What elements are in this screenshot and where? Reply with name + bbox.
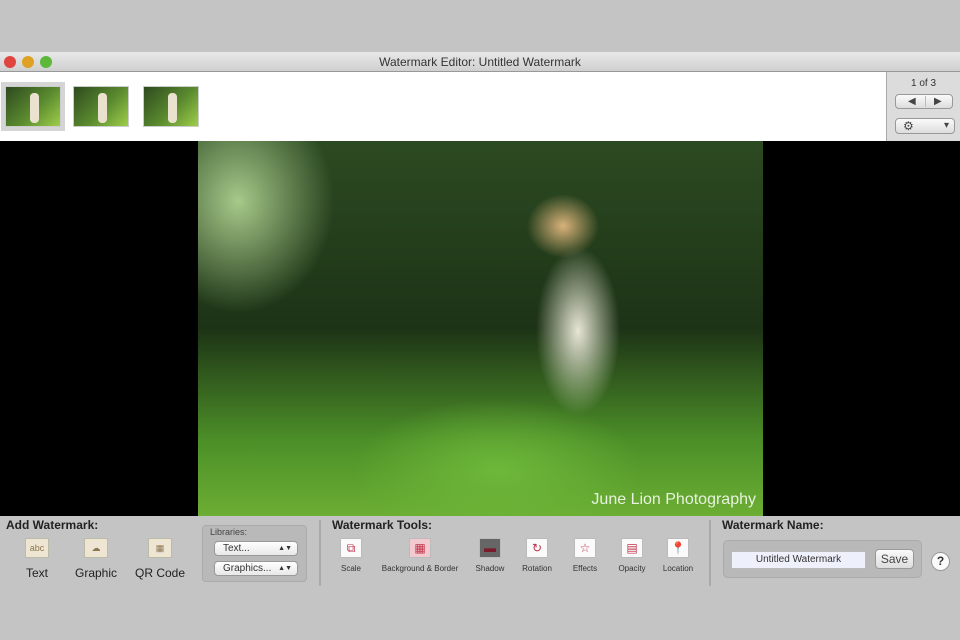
background-top — [0, 0, 960, 52]
value: Text... — [223, 543, 250, 554]
graphics-library-select[interactable]: Graphics... ▲▼ — [214, 561, 298, 576]
close-button[interactable] — [4, 56, 16, 68]
add-graphic-button[interactable]: ☁ Graphic — [70, 538, 122, 580]
star-icon: ☆ — [574, 538, 596, 558]
pager: 1 of 3 ◀ ▶ ⚙ ▾ — [886, 72, 960, 141]
libraries-label: Libraries: — [210, 527, 248, 537]
page-nav: ◀ ▶ — [895, 94, 953, 109]
value: Graphics... — [223, 563, 272, 574]
page-count: 1 of 3 — [910, 78, 937, 89]
thumbnail-strip — [0, 72, 886, 141]
opacity-icon: ▤ — [621, 538, 643, 558]
divider — [925, 96, 926, 107]
text-icon: abc — [25, 538, 49, 558]
label: Text — [25, 566, 48, 580]
gear-icon: ⚙ — [903, 119, 914, 133]
next-page-button[interactable]: ▶ — [934, 95, 942, 108]
thumbnail-3[interactable] — [143, 86, 199, 127]
save-button[interactable]: Save — [875, 549, 914, 569]
title-bar: Watermark Editor: Untitled Watermark — [0, 52, 960, 72]
label: Location — [662, 564, 694, 573]
label: Rotation — [522, 564, 552, 573]
label: Shadow — [475, 564, 505, 573]
settings-menu-button[interactable]: ⚙ ▾ — [895, 118, 955, 134]
chevron-down-icon: ▾ — [943, 120, 949, 131]
photo-preview: June Lion Photography — [198, 141, 763, 516]
window-title: Watermark Editor: Untitled Watermark — [379, 55, 581, 69]
background-border-icon: ▦ — [409, 538, 431, 558]
effects-tool[interactable]: ☆ Effects — [564, 538, 606, 573]
zoom-button[interactable] — [40, 56, 52, 68]
location-pin-icon: 📍 — [667, 538, 689, 558]
rotation-tool[interactable]: ↻ Rotation — [516, 538, 558, 573]
watermark-tools-heading: Watermark Tools: — [332, 518, 433, 532]
watermark-overlay[interactable]: June Lion Photography — [591, 491, 756, 509]
qr-code-icon: ▦ — [148, 538, 172, 558]
help-button[interactable]: ? — [931, 552, 950, 571]
graphic-icon: ☁ — [84, 538, 108, 558]
opacity-tool[interactable]: ▤ Opacity — [611, 538, 653, 573]
thumbnail-2[interactable] — [73, 86, 129, 127]
label: Scale — [340, 564, 361, 573]
shadow-icon: ▬ — [479, 538, 501, 558]
add-watermark-heading: Add Watermark: — [6, 518, 99, 532]
scale-tool[interactable]: ⧉ Scale — [330, 538, 372, 573]
text-library-select[interactable]: Text... ▲▼ — [214, 541, 298, 556]
preview-stage: June Lion Photography — [0, 141, 960, 516]
location-tool[interactable]: 📍 Location — [657, 538, 699, 573]
scale-icon: ⧉ — [340, 538, 362, 558]
label: Background & Border — [381, 564, 459, 573]
thumbnail-1[interactable] — [1, 82, 65, 131]
rotation-icon: ↻ — [526, 538, 548, 558]
add-qr-code-button[interactable]: ▦ QR Code — [132, 538, 188, 580]
label: Graphic — [74, 566, 118, 580]
prev-page-button[interactable]: ◀ — [908, 95, 916, 108]
add-text-button[interactable]: abc Text — [16, 538, 58, 580]
divider — [319, 520, 321, 586]
watermark-name-input[interactable]: Untitled Watermark — [731, 551, 866, 569]
watermark-name-heading: Watermark Name: — [722, 518, 824, 532]
label: Effects — [572, 564, 598, 573]
minimize-button[interactable] — [22, 56, 34, 68]
label: QR Code — [134, 566, 186, 580]
label: Opacity — [618, 564, 646, 573]
background-border-tool[interactable]: ▦ Background & Border — [376, 538, 464, 573]
shadow-tool[interactable]: ▬ Shadow — [470, 538, 510, 573]
divider — [709, 520, 711, 586]
